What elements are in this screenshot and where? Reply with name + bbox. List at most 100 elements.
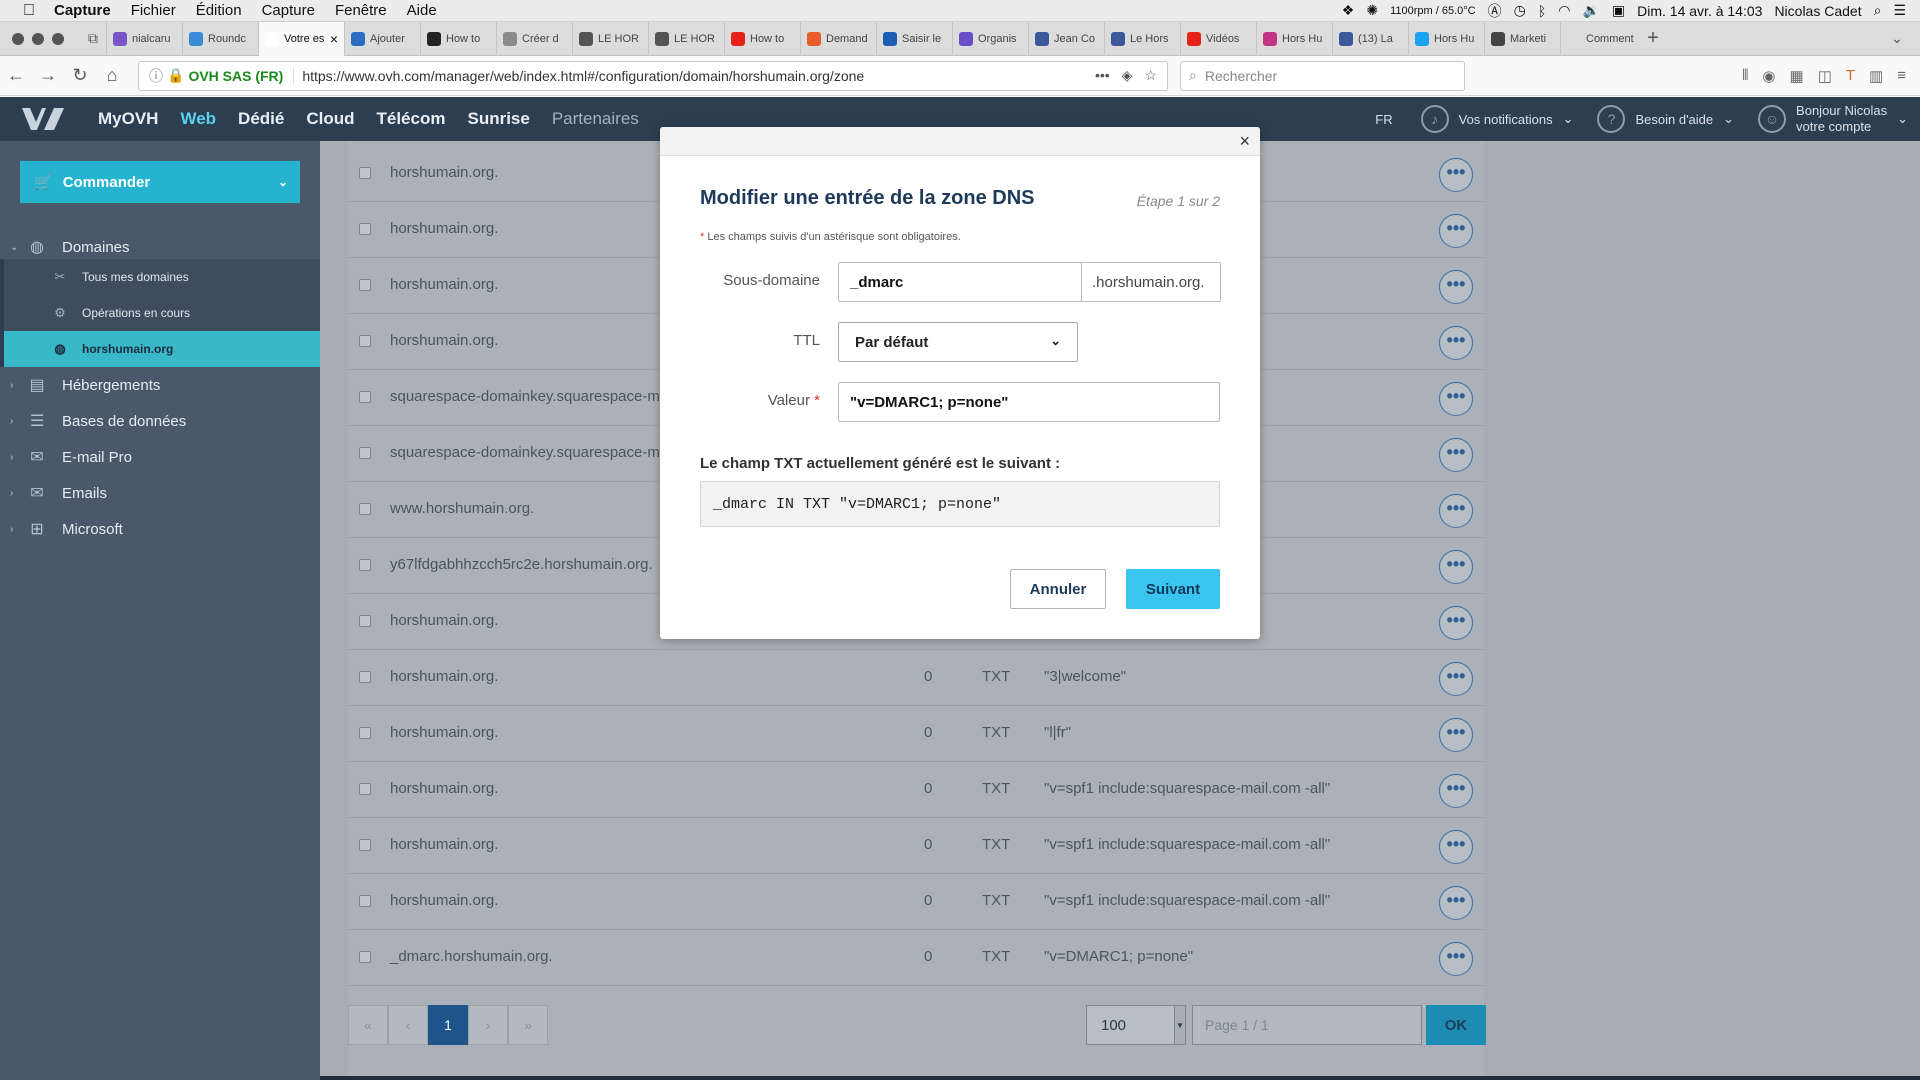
nav-telecom[interactable]: Télécom [377, 109, 446, 129]
menu-help[interactable]: Aide [407, 2, 437, 19]
more-actions-button[interactable]: ••• [1439, 942, 1473, 976]
more-actions-button[interactable]: ••• [1439, 550, 1473, 584]
library-icon[interactable]: ⫴ [1742, 67, 1748, 85]
extension-icon[interactable]: ▦ [1790, 67, 1804, 85]
more-actions-button[interactable]: ••• [1439, 382, 1473, 416]
more-actions-button[interactable]: ••• [1439, 606, 1473, 640]
row-checkbox[interactable] [359, 223, 371, 235]
user-name[interactable]: Nicolas Cadet [1774, 3, 1861, 19]
row-checkbox[interactable] [359, 671, 371, 683]
account-menu[interactable]: Bonjour Nicolas votre compte [1796, 103, 1887, 135]
menu-app[interactable]: Capture [54, 2, 111, 19]
sync-icon[interactable]: ◉ [1762, 67, 1775, 85]
next-button[interactable]: Suivant [1126, 569, 1220, 609]
browser-tab[interactable]: Créer d [496, 21, 572, 56]
prev-page-button[interactable]: ‹ [388, 1005, 428, 1045]
sidebar-sub-horshumain[interactable]: ◍ horshumain.org [0, 331, 320, 367]
per-page-select[interactable]: 100 ▼ [1086, 1005, 1186, 1045]
ovh-logo-icon[interactable] [20, 104, 66, 134]
sidebar-icon[interactable]: ◫ [1818, 67, 1832, 85]
apple-icon[interactable]:  [14, 2, 44, 20]
page-input[interactable]: Page 1 / 1 [1192, 1005, 1422, 1045]
timemachine-icon[interactable]: ◷ [1514, 2, 1526, 19]
browser-tab[interactable]: Organis [952, 21, 1028, 56]
tab-list-icon[interactable]: ⌄ [1884, 30, 1910, 47]
more-actions-button[interactable]: ••• [1439, 438, 1473, 472]
spotlight-icon[interactable]: ⌕ [1874, 2, 1882, 19]
browser-tab[interactable]: nialcaru [106, 21, 182, 56]
more-actions-button[interactable]: ••• [1439, 830, 1473, 864]
search-input[interactable]: ⌕ Rechercher [1180, 60, 1465, 91]
volume-icon[interactable]: 🔉 [1582, 2, 1599, 19]
more-actions-button[interactable]: ••• [1439, 326, 1473, 360]
fan-icon[interactable]: ✺ [1366, 2, 1378, 19]
nav-myovh[interactable]: MyOVH [98, 109, 158, 129]
chevron-down-icon[interactable]: ⌄ [1563, 111, 1574, 127]
sidebar-item-email-pro[interactable]: › ✉ E-mail Pro [0, 439, 320, 475]
bluetooth-icon[interactable]: ᛒ [1538, 3, 1546, 19]
sidebar-item-hosting[interactable]: › ▤ Hébergements [0, 367, 320, 403]
page-1-button[interactable]: 1 [428, 1005, 468, 1045]
notification-center-icon[interactable]: ☰ [1893, 2, 1906, 19]
menu-file[interactable]: Fichier [131, 2, 176, 19]
browser-tab[interactable]: Demand [800, 21, 876, 56]
url-text[interactable]: https://www.ovh.com/manager/web/index.ht… [294, 68, 864, 84]
bookmark-star-icon[interactable]: ☆ [1144, 67, 1157, 84]
ttl-select[interactable]: Par défaut ⌄ [838, 322, 1078, 362]
menu-capture[interactable]: Capture [262, 2, 315, 19]
extension-t-icon[interactable]: T [1846, 67, 1855, 85]
sidebar-item-emails[interactable]: › ✉ Emails [0, 475, 320, 511]
next-page-button[interactable]: › [468, 1005, 508, 1045]
caret-down-icon[interactable]: ▼ [1174, 1005, 1186, 1045]
row-checkbox[interactable] [359, 335, 371, 347]
subdomain-input[interactable] [838, 262, 1082, 302]
language-selector[interactable]: FR [1375, 112, 1392, 127]
close-icon[interactable]: × [1239, 131, 1250, 152]
back-icon[interactable]: ← [0, 65, 32, 86]
info-icon[interactable]: ⓘ [145, 66, 167, 86]
more-actions-button[interactable]: ••• [1439, 270, 1473, 304]
reload-icon[interactable]: ↻ [64, 65, 96, 86]
help-icon[interactable]: ? [1597, 105, 1626, 133]
close-tab-icon[interactable]: × [330, 31, 338, 47]
menu-icon[interactable]: ≡ [1897, 67, 1906, 85]
more-actions-button[interactable]: ••• [1439, 662, 1473, 696]
close-window-icon[interactable] [12, 32, 24, 45]
dropbox-icon[interactable]: ❖ [1342, 2, 1355, 19]
more-actions-button[interactable]: ••• [1439, 494, 1473, 528]
browser-tab[interactable]: How to [420, 21, 496, 56]
first-page-button[interactable]: « [348, 1005, 388, 1045]
new-tab-icon[interactable]: + [1636, 27, 1670, 50]
browser-tab[interactable]: Hors Hu [1256, 21, 1332, 56]
minimize-window-icon[interactable] [32, 32, 44, 45]
browser-tab[interactable]: Jean Co [1028, 21, 1104, 56]
browser-tab[interactable]: Comment C [1560, 21, 1636, 56]
row-checkbox[interactable] [359, 839, 371, 851]
more-actions-button[interactable]: ••• [1439, 718, 1473, 752]
menu-edit[interactable]: Édition [196, 2, 242, 19]
menu-window[interactable]: Fenêtre [335, 2, 387, 19]
wifi-icon[interactable]: ◠ [1558, 2, 1570, 19]
sidebar-sub-all-domains[interactable]: ✂ Tous mes domaines [0, 259, 320, 295]
row-checkbox[interactable] [359, 503, 371, 515]
row-checkbox[interactable] [359, 727, 371, 739]
row-checkbox[interactable] [359, 279, 371, 291]
keyboard-icon[interactable]: ▣ [1612, 2, 1625, 19]
cancel-button[interactable]: Annuler [1010, 569, 1106, 609]
chevron-down-icon[interactable]: ⌄ [1897, 111, 1908, 127]
url-bar[interactable]: ⓘ 🔒 OVH SAS (FR) https://www.ovh.com/man… [138, 60, 1168, 91]
tab-overview-icon[interactable]: ⧉ [80, 30, 106, 47]
chevron-down-icon[interactable]: ⌄ [1723, 111, 1734, 127]
last-page-button[interactable]: » [508, 1005, 548, 1045]
ok-button[interactable]: OK [1426, 1005, 1486, 1045]
more-actions-button[interactable]: ••• [1439, 214, 1473, 248]
nav-partenaires[interactable]: Partenaires [552, 109, 639, 129]
browser-tab[interactable]: LE HOR [572, 21, 648, 56]
home-icon[interactable]: ⌂ [96, 65, 128, 86]
bell-icon[interactable]: ♪ [1420, 105, 1449, 133]
browser-tab[interactable]: How to [724, 21, 800, 56]
nav-dedie[interactable]: Dédié [238, 109, 284, 129]
nav-web[interactable]: Web [180, 109, 216, 129]
help-link[interactable]: Besoin d'aide [1635, 112, 1713, 127]
browser-tab[interactable]: LE HOR [648, 21, 724, 56]
